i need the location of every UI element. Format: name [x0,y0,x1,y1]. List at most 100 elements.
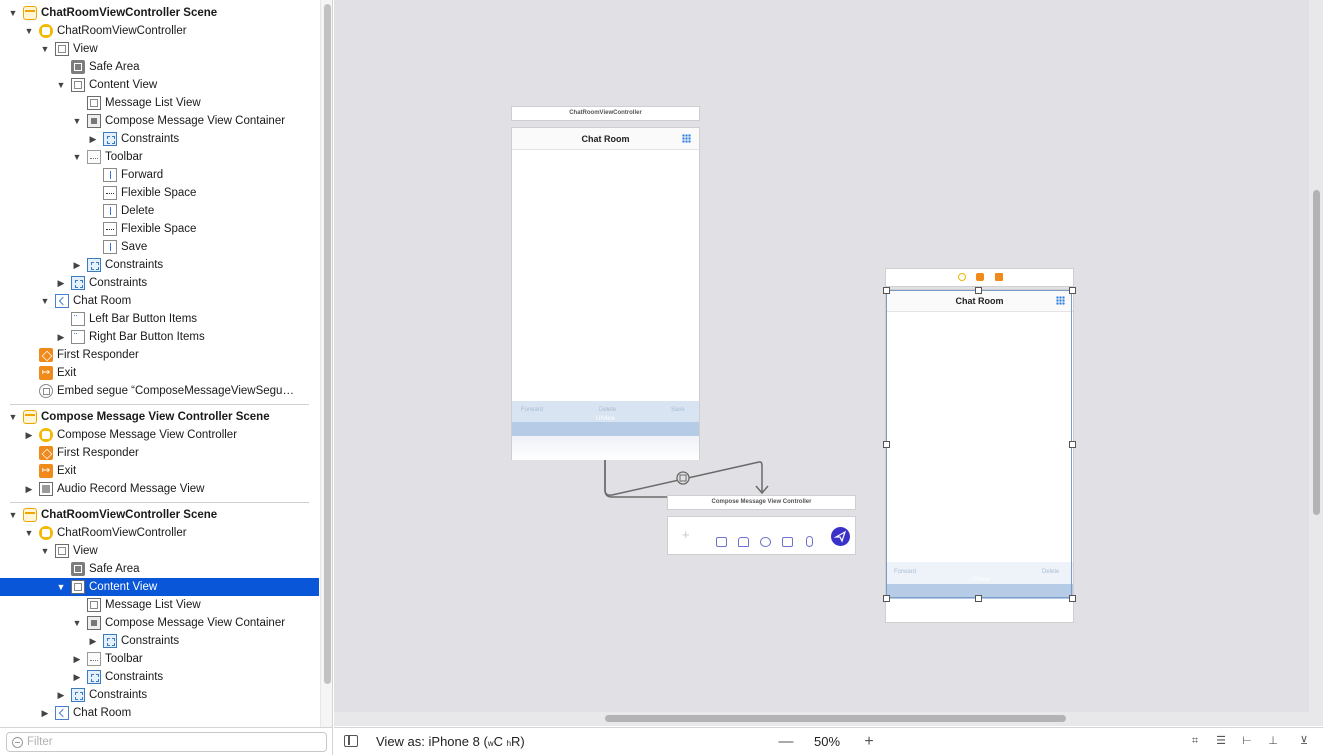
outline-item-first-responder[interactable]: First Responder [0,346,319,364]
canvas-horizontal-scrollbar[interactable] [334,712,1323,726]
view-controller-icon[interactable] [958,273,966,281]
disclosure-open-icon[interactable]: ▼ [39,40,51,58]
disclosure-closed-icon[interactable]: ▶ [87,632,99,650]
segue-badge-icon[interactable] [676,471,690,485]
resize-handle[interactable] [975,287,982,294]
outline-item-constraints[interactable]: ▶ Constraints [0,256,319,274]
disclosure-closed-icon[interactable]: ▶ [23,426,35,444]
view-as-device-button[interactable]: View as: iPhone 8 (wC hR) [376,728,525,755]
outline-item-toolbar[interactable]: ▼ Toolbar [0,148,319,166]
navigation-bar[interactable]: Chat Room [512,128,699,150]
storyboard-canvas[interactable]: ChatRoomViewController Chat Room Forward… [334,0,1309,712]
canvas-vertical-thumb[interactable] [1313,190,1320,515]
resize-handle[interactable] [883,287,890,294]
disclosure-open-icon[interactable]: ▼ [39,542,51,560]
outline-item-forward[interactable]: Forward [0,166,319,184]
embed-in-stack-icon[interactable]: ☰ [1213,734,1229,748]
disclosure-open-icon[interactable]: ▼ [71,112,83,130]
disclosure-open-icon[interactable]: ▼ [23,524,35,542]
zoom-out-button[interactable]: — [778,728,794,755]
outline-item-chatroomviewcontroller[interactable]: ▼ ChatRoomViewController [0,524,319,542]
outline-item-exit[interactable]: Exit [0,462,319,480]
outline-toggle-icon[interactable] [344,735,358,747]
resize-handle[interactable] [1069,287,1076,294]
add-constraints-icon[interactable]: ⊥ [1265,734,1281,748]
disclosure-closed-icon[interactable]: ▶ [71,256,83,274]
outline-item-constraints[interactable]: ▶ Constraints [0,686,319,704]
resize-handle[interactable] [1069,441,1076,448]
chat-room-scene-view[interactable]: Chat Room Forward Delete Save UIView [511,127,700,460]
outline-item-message-list-view[interactable]: Message List View [0,94,319,112]
resolve-issues-icon[interactable]: ⊻ [1296,734,1312,748]
compose-container-view[interactable]: UIView [512,416,699,436]
resize-handle[interactable] [1069,595,1076,602]
outline-item-safe-area[interactable]: Safe Area [0,58,319,76]
toolbar-item-forward[interactable]: Forward [521,407,543,413]
camera-icon[interactable] [782,537,793,547]
outline-item-flexible-space[interactable]: Flexible Space [0,220,319,238]
disclosure-closed-icon[interactable]: ▶ [55,328,67,346]
resize-handle[interactable] [883,595,890,602]
compose-scene-title-bar[interactable]: Compose Message View Controller [667,495,856,510]
outline-item-left-bar-button-items[interactable]: Left Bar Button Items [0,310,319,328]
sticker-icon[interactable] [738,537,749,547]
outline-item-compose-message-view-container[interactable]: ▼ Compose Message View Container [0,112,319,130]
disclosure-open-icon[interactable]: ▼ [55,76,67,94]
align-icon[interactable]: ⊢ [1239,734,1255,748]
outline-item-right-bar-button-items[interactable]: ▶ Right Bar Button Items [0,328,319,346]
microphone-icon[interactable] [806,536,813,547]
resize-handle[interactable] [883,441,890,448]
send-button[interactable] [831,527,850,546]
outline-item-message-list-view[interactable]: Message List View [0,596,319,614]
compose-message-view[interactable]: + [667,516,856,555]
disclosure-closed-icon[interactable]: ▶ [23,480,35,498]
exit-icon[interactable] [995,273,1003,281]
outline-item-safe-area[interactable]: Safe Area [0,560,319,578]
emoji-icon[interactable] [760,537,771,547]
scene2-dock[interactable] [885,268,1074,287]
add-icon[interactable]: + [682,527,690,542]
disclosure-closed-icon[interactable]: ▶ [71,650,83,668]
disclosure-open-icon[interactable]: ▼ [7,506,19,524]
outline-item-chatroomviewcontroller-scene[interactable]: ▼ ChatRoomViewController Scene [0,4,319,22]
disclosure-closed-icon[interactable]: ▶ [71,668,83,686]
disclosure-open-icon[interactable]: ▼ [23,22,35,40]
outline-item-content-view[interactable]: ▼ Content View [0,578,319,596]
disclosure-open-icon[interactable]: ▼ [55,578,67,596]
outline-item-embed-segue-composemessageviewsegu[interactable]: Embed segue “ComposeMessageViewSegu… [0,382,319,400]
disclosure-open-icon[interactable]: ▼ [39,292,51,310]
disclosure-open-icon[interactable]: ▼ [7,408,19,426]
disclosure-open-icon[interactable]: ▼ [71,614,83,632]
toolbar-item-save[interactable]: Save [671,407,685,413]
outline-item-constraints[interactable]: ▶ Constraints [0,130,319,148]
disclosure-open-icon[interactable]: ▼ [7,4,19,22]
outline-item-audio-record-message-view[interactable]: ▶ Audio Record Message View [0,480,319,498]
disclosure-closed-icon[interactable]: ▶ [87,130,99,148]
outline-item-chat-room[interactable]: ▼ Chat Room [0,292,319,310]
outline-item-chatroomviewcontroller[interactable]: ▼ ChatRoomViewController [0,22,319,40]
outline-item-compose-message-view-controller-scene[interactable]: ▼ Compose Message View Controller Scene [0,408,319,426]
outline-item-view[interactable]: ▼ View [0,40,319,58]
outline-item-content-view[interactable]: ▼ Content View [0,76,319,94]
outline-scroll-thumb[interactable] [324,4,331,684]
image-icon[interactable] [716,537,727,547]
outline-item-toolbar[interactable]: ▶ Toolbar [0,650,319,668]
outline-item-constraints[interactable]: ▶ Constraints [0,632,319,650]
canvas-horizontal-thumb[interactable] [605,715,1066,722]
content-view-selection[interactable] [886,290,1072,598]
toolbar-item-delete[interactable]: Delete [599,407,616,413]
outline-item-chat-room[interactable]: ▶ Chat Room [0,704,319,722]
scene-title-bar[interactable]: ChatRoomViewController [511,106,700,121]
disclosure-closed-icon[interactable]: ▶ [55,274,67,292]
outline-item-compose-message-view-container[interactable]: ▼ Compose Message View Container [0,614,319,632]
disclosure-open-icon[interactable]: ▼ [71,148,83,166]
disclosure-closed-icon[interactable]: ▶ [55,686,67,704]
outline-item-constraints[interactable]: ▶ Constraints [0,274,319,292]
grid-icon[interactable] [682,134,691,143]
disclosure-closed-icon[interactable]: ▶ [39,704,51,722]
zoom-in-button[interactable]: + [861,728,877,755]
outline-item-flexible-space[interactable]: Flexible Space [0,184,319,202]
outline-item-exit[interactable]: Exit [0,364,319,382]
outline-item-compose-message-view-controller[interactable]: ▶ Compose Message View Controller [0,426,319,444]
outline-item-delete[interactable]: Delete [0,202,319,220]
